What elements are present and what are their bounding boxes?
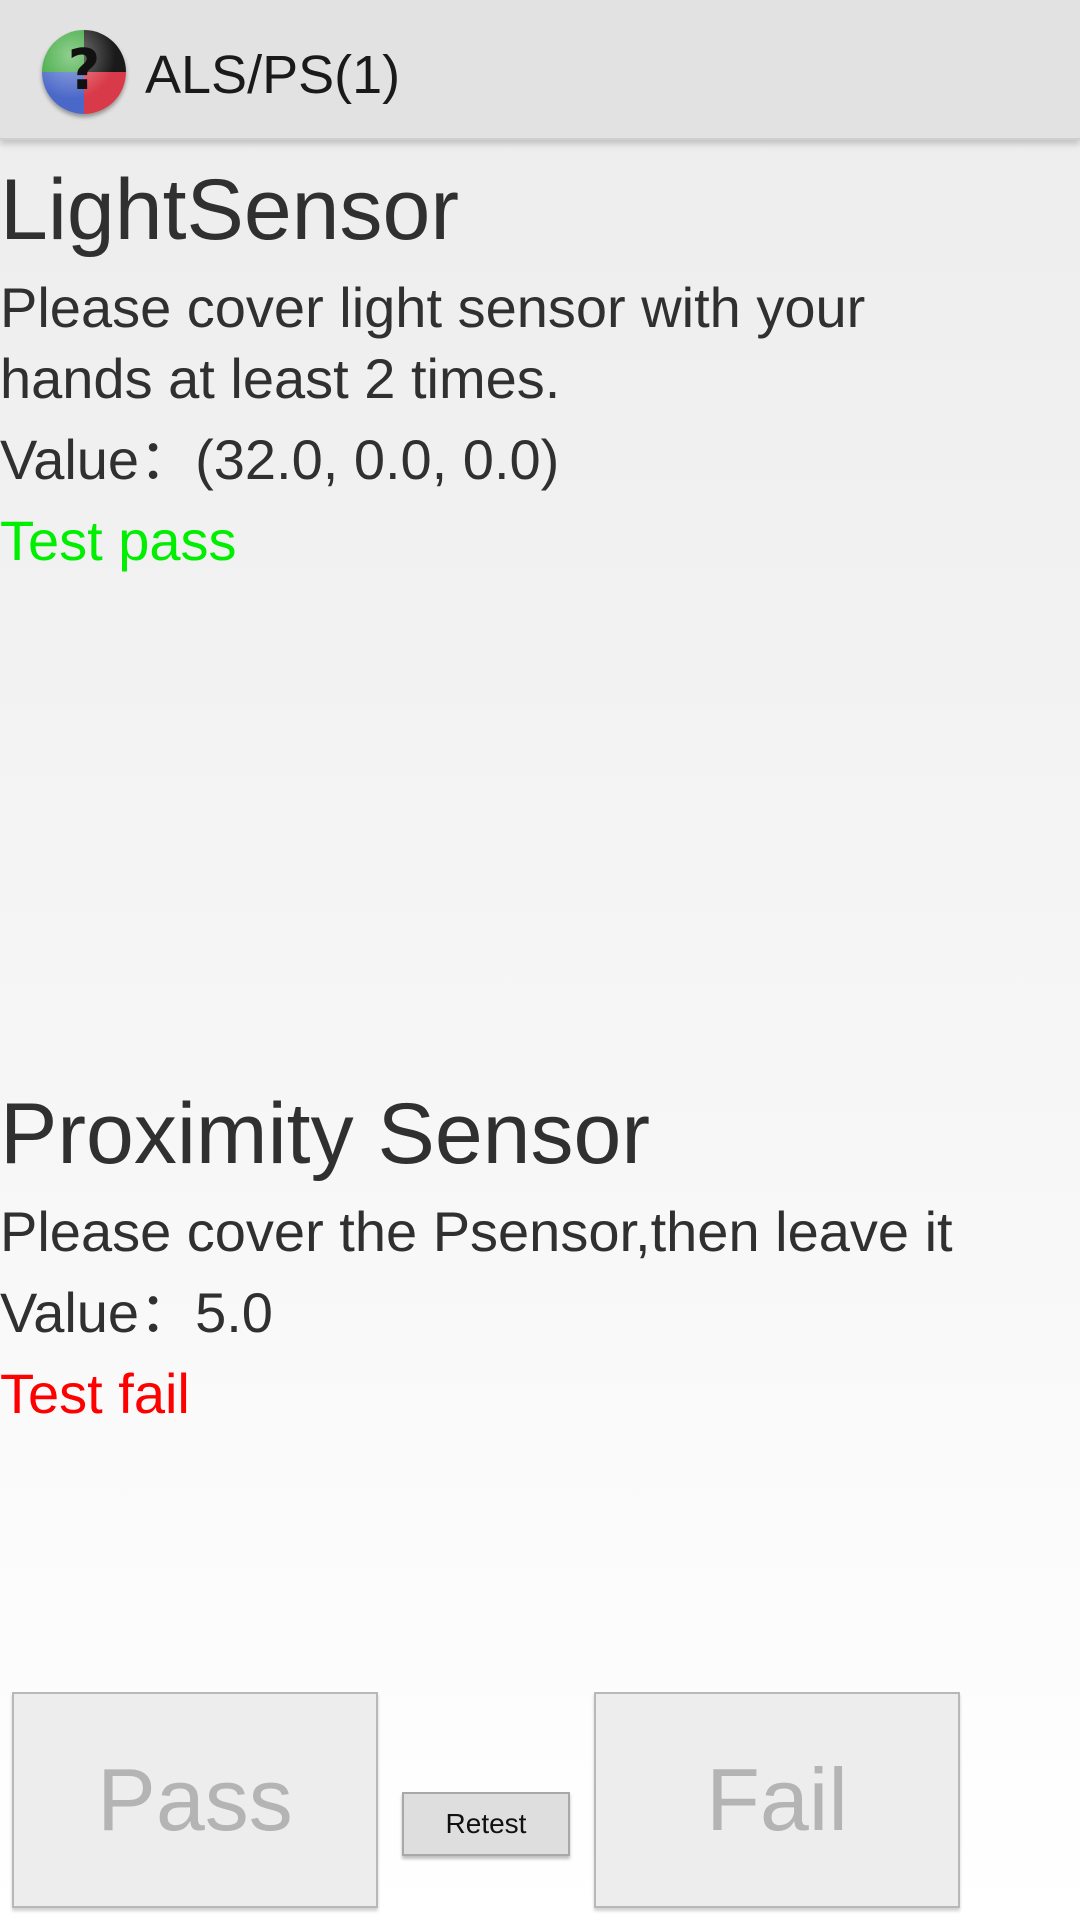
app-icon: ? [42,30,126,114]
proximity-sensor-instruction: Please cover the Psensor,then leave it [0,1200,953,1263]
app-title: ALS/PS(1) [145,45,401,105]
light-sensor-instruction-line1: Please cover light sensor with your [0,276,866,339]
proximity-sensor-status: Test fail [0,1362,190,1425]
light-sensor-heading: LightSensor [0,162,459,258]
fail-button[interactable]: Fail [594,1692,960,1908]
proximity-sensor-heading: Proximity Sensor [0,1086,650,1182]
retest-button[interactable]: Retest [402,1792,570,1856]
action-bar: ? ALS/PS(1) [0,0,1080,140]
proximity-sensor-value: Value：5.0 [0,1281,273,1344]
light-sensor-value: Value：(32.0, 0.0, 0.0) [0,428,560,491]
pass-button[interactable]: Pass [12,1692,378,1908]
light-sensor-status: Test pass [0,509,237,572]
light-sensor-instruction-line2: hands at least 2 times. [0,347,561,410]
question-mark-icon: ? [67,38,101,103]
